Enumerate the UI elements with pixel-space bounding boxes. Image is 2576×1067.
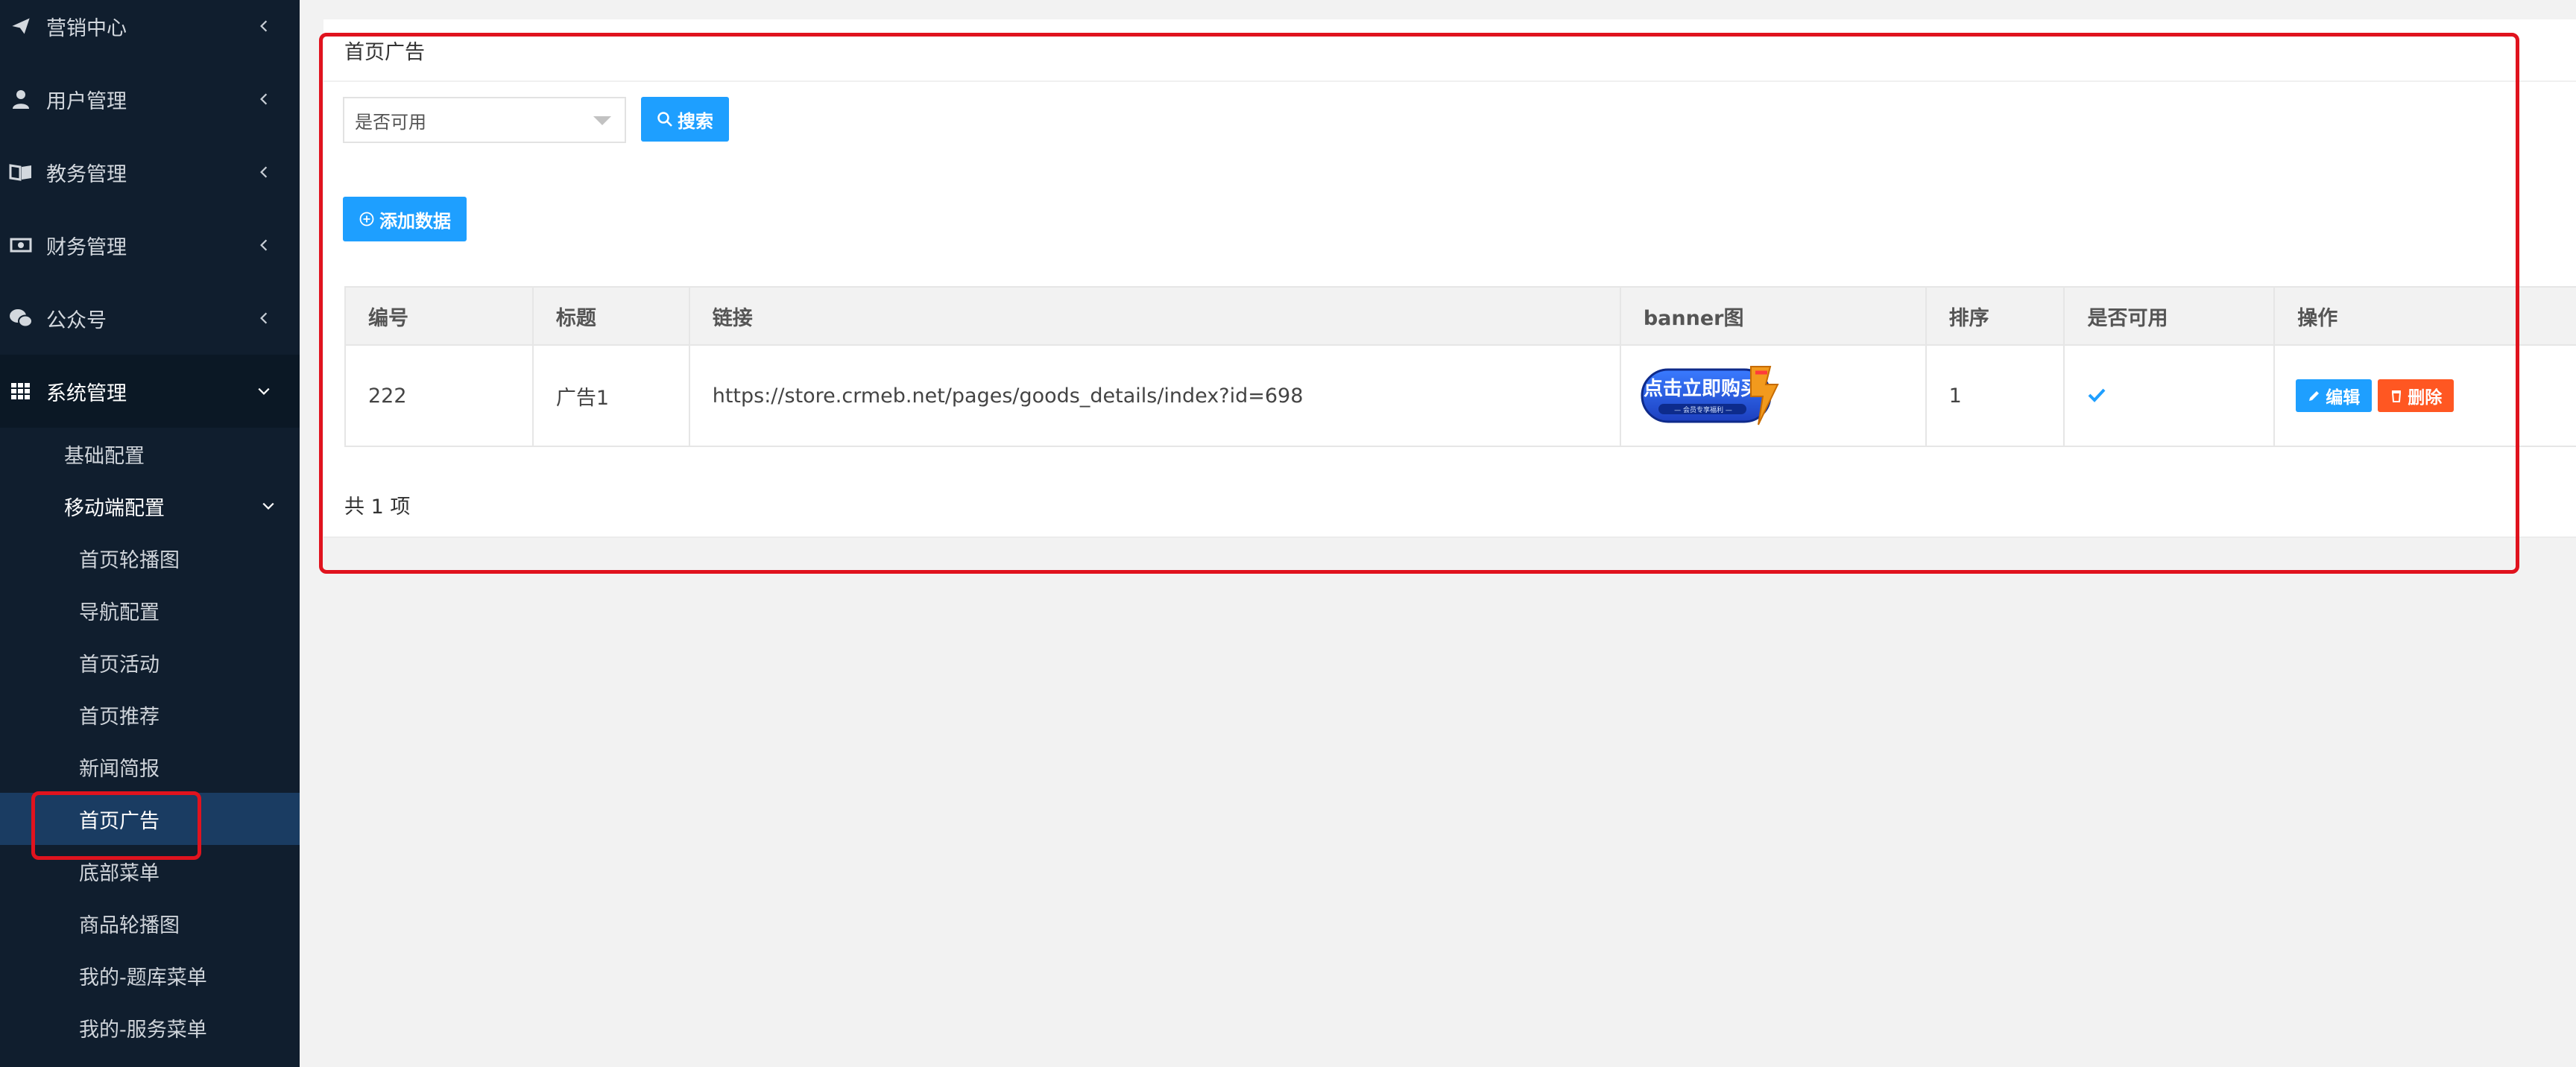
sidebar-item-label: 导航配置 (79, 601, 160, 624)
enabled-filter-select[interactable]: 是否可用 (343, 97, 626, 143)
ads-table: 编号 标题 链接 banner图 排序 是否可用 操作 222 广告1 http… (344, 286, 2576, 447)
header-title: 标题 (533, 288, 690, 346)
sidebar-item-goods-carousel[interactable]: 商品轮播图 (0, 897, 300, 949)
sidebar-item-label: 新闻简报 (79, 757, 160, 781)
chevron-left-icon (255, 163, 273, 181)
cell-banner: 点击立即购买 — 会员专享福利 — (1620, 346, 1927, 447)
sidebar-item-nav-config[interactable]: 导航配置 (0, 584, 300, 636)
wechat-icon (9, 306, 33, 330)
search-button-label: 搜索 (678, 110, 713, 132)
sidebar-item-mobile-config[interactable]: 移动端配置 (0, 480, 300, 532)
sidebar-item-label: 首页推荐 (79, 705, 160, 729)
add-data-button[interactable]: 添加数据 (343, 197, 467, 241)
cell-actions: 编辑 删除 (2275, 346, 2576, 447)
chevron-left-icon (255, 236, 273, 254)
sidebar-item-my-question-menu[interactable]: 我的-题库菜单 (0, 949, 300, 1001)
delete-label: 删除 (2408, 388, 2443, 408)
sidebar-item-users[interactable]: 用户管理 (0, 63, 300, 136)
paper-plane-icon (9, 14, 33, 38)
edit-label: 编辑 (2326, 388, 2361, 408)
cell-link: https://store.crmeb.net/pages/goods_deta… (689, 346, 1621, 447)
chevron-left-icon (255, 90, 273, 108)
trash-icon (2390, 389, 2403, 402)
select-value: 是否可用 (355, 111, 426, 133)
sidebar-item-academic[interactable]: 教务管理 (0, 136, 300, 209)
divider (323, 80, 2576, 82)
header-enabled: 是否可用 (2065, 288, 2276, 346)
sidebar-item-home-recommend[interactable]: 首页推荐 (0, 688, 300, 741)
chevron-left-icon (255, 309, 273, 327)
banner-main-text: 点击立即购买 (1644, 377, 1760, 400)
sidebar-item-home-activity[interactable]: 首页活动 (0, 636, 300, 688)
header-id: 编号 (346, 288, 534, 346)
chevron-left-icon (255, 17, 273, 35)
money-icon (9, 233, 33, 257)
chevron-down-icon (259, 497, 277, 515)
cell-title: 广告1 (533, 346, 690, 447)
user-icon (9, 87, 33, 111)
sidebar-item-my-service-menu[interactable]: 我的-服务菜单 (0, 1001, 300, 1054)
book-icon (9, 160, 33, 184)
sidebar-item-label: 公众号 (46, 308, 107, 332)
total-count: 共 1 项 (344, 495, 411, 519)
header-actions: 操作 (2275, 288, 2576, 346)
delete-button[interactable]: 删除 (2378, 379, 2455, 412)
sidebar-item-system[interactable]: 系统管理 (0, 355, 300, 428)
cell-sort: 1 (1926, 346, 2065, 447)
edit-button[interactable]: 编辑 (2296, 379, 2373, 412)
banner-image[interactable]: 点击立即购买 — 会员专享福利 — (1639, 362, 1784, 429)
search-icon (657, 111, 673, 127)
cell-id: 222 (346, 346, 534, 447)
sidebar-item-label: 我的-服务菜单 (79, 1018, 207, 1042)
banner-sub-text: — 会员专享福利 — (1674, 405, 1732, 414)
sidebar-item-marketing[interactable]: 营销中心 (0, 0, 300, 63)
sidebar-item-label: 教务管理 (46, 162, 127, 186)
sidebar-item-news-brief[interactable]: 新闻简报 (0, 741, 300, 793)
chevron-down-icon (255, 382, 273, 400)
sidebar-item-label: 首页活动 (79, 653, 160, 677)
sidebar-item-label: 底部菜单 (79, 861, 160, 885)
sidebar-item-wechat[interactable]: 公众号 (0, 282, 300, 355)
page-title: 首页广告 (344, 41, 425, 64)
pencil-icon (2308, 389, 2321, 402)
sidebar-item-label: 营销中心 (46, 16, 127, 40)
grid-icon (9, 379, 33, 403)
sidebar-item-label: 我的-题库菜单 (79, 966, 207, 990)
sidebar-item-label: 用户管理 (46, 89, 127, 113)
add-button-label: 添加数据 (379, 210, 451, 232)
cell-enabled (2065, 346, 2276, 447)
sidebar-item-bottom-menu[interactable]: 底部菜单 (0, 845, 300, 897)
sidebar-item-finance[interactable]: 财务管理 (0, 209, 300, 282)
table-header: 编号 标题 链接 banner图 排序 是否可用 操作 (346, 288, 2576, 346)
sidebar-item-basic-config[interactable]: 基础配置 (0, 428, 300, 480)
divider (323, 536, 2576, 538)
header-link: 链接 (689, 288, 1621, 346)
caret-down-icon (593, 116, 611, 125)
sidebar-item-label: 财务管理 (46, 235, 127, 259)
check-icon (2087, 384, 2106, 408)
sidebar-item-label: 移动端配置 (64, 496, 165, 520)
sidebar-item-home-carousel[interactable]: 首页轮播图 (0, 532, 300, 584)
sidebar-item-label: 系统管理 (46, 381, 127, 405)
ads-panel: 首页广告 是否可用 搜索 添加数据 编号 标题 链接 banner图 排序 是否… (323, 19, 2576, 538)
plus-circle-icon (359, 211, 375, 227)
sidebar-item-label: 基础配置 (64, 444, 145, 468)
sidebar-item-label: 首页轮播图 (79, 548, 180, 572)
sidebar: 营销中心 用户管理 教务管理 财务管理 公众号 系统管理 基础配置 移动端配置 … (0, 0, 300, 1067)
sidebar-item-home-ads[interactable]: 首页广告 (0, 793, 300, 845)
header-sort: 排序 (1926, 288, 2065, 346)
sidebar-item-label: 商品轮播图 (79, 914, 180, 937)
search-button[interactable]: 搜索 (641, 97, 729, 142)
table-row: 222 广告1 https://store.crmeb.net/pages/go… (346, 346, 2576, 447)
sidebar-item-label: 首页广告 (79, 809, 160, 833)
header-banner: banner图 (1620, 288, 1927, 346)
